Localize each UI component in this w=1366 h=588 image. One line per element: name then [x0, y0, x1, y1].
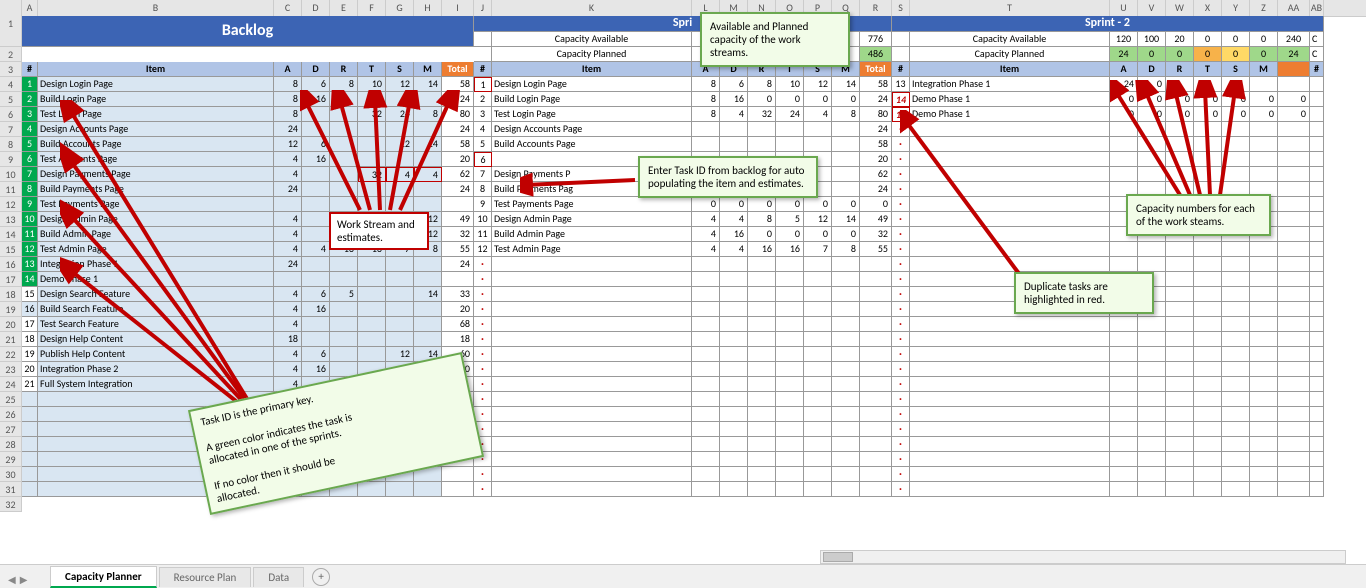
corner[interactable]	[0, 0, 22, 16]
arrows-capacity	[1110, 80, 1280, 200]
arrows-workstream	[300, 90, 480, 230]
spreadsheet: ABCDEFGHIJKLMNOPQRSTUVWXYZAAAB 123456789…	[0, 0, 1366, 17]
callout-duplicate: Duplicate tasks are highlighted in red.	[1014, 272, 1154, 314]
nav-prev-icon[interactable]: ◀	[8, 573, 16, 586]
arrow-taskid-entry	[520, 170, 640, 200]
callout-workstream: Work Stream and estimates.	[329, 212, 429, 250]
column-headers: ABCDEFGHIJKLMNOPQRSTUVWXYZAAAB	[0, 0, 1366, 17]
callout-capacity-nums: Capacity numbers for each of the work st…	[1126, 194, 1271, 236]
callout-taskid-entry: Enter Task ID from backlog for auto popu…	[638, 156, 818, 198]
sheet-tabs: Capacity Planner Resource Plan Data +	[0, 564, 1366, 588]
tab-resource-plan[interactable]: Resource Plan	[159, 567, 252, 587]
scroll-thumb[interactable]	[823, 552, 853, 562]
callout-capacity: Available and Planned capacity of the wo…	[700, 12, 850, 67]
tab-capacity-planner[interactable]: Capacity Planner	[50, 566, 157, 588]
horizontal-scrollbar[interactable]	[820, 550, 1346, 564]
add-sheet-button[interactable]: +	[312, 568, 330, 586]
arrow-duplicate	[900, 110, 1030, 280]
sheet-nav[interactable]: ◀ ▶	[8, 573, 27, 586]
tab-data[interactable]: Data	[253, 567, 304, 587]
row-headers: 1234567891011121314151617181920212223242…	[0, 16, 22, 512]
nav-next-icon[interactable]: ▶	[20, 573, 28, 586]
